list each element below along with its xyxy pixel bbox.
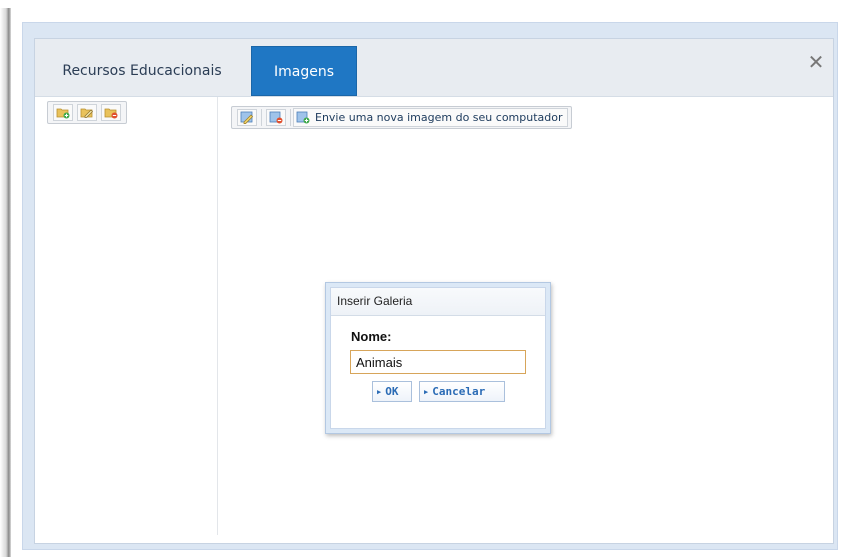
ok-button[interactable]: ▶ OK: [372, 381, 412, 402]
play-triangle-icon: ▶: [424, 387, 429, 396]
image-upload-icon: [296, 111, 310, 124]
cancel-button-label: Cancelar: [432, 385, 486, 398]
window-shadow: [0, 8, 11, 557]
toolbar-separator: [290, 109, 291, 126]
cancel-button[interactable]: ▶ Cancelar: [419, 381, 505, 402]
upload-image-button[interactable]: Envie uma nova imagem do seu computador: [293, 108, 568, 127]
play-triangle-icon: ▶: [377, 387, 382, 396]
gallery-toolbar: [47, 101, 127, 124]
image-delete-icon: [269, 111, 283, 124]
insert-gallery-dialog: Inserir Galeria Nome: ▶ OK ▶ Cancelar: [325, 282, 551, 434]
dialog-title: Inserir Galeria: [337, 294, 413, 308]
toolbar-separator: [261, 109, 262, 126]
name-label: Nome:: [351, 329, 392, 344]
folder-edit-icon: [80, 108, 93, 118]
media-manager-window: Recursos Educacionais Imagens ✕ Envie um…: [34, 38, 834, 544]
image-edit-button[interactable]: [237, 109, 257, 126]
gallery-sidebar: [35, 97, 218, 535]
image-edit-icon: [240, 111, 254, 124]
folder-delete-icon: [104, 108, 118, 118]
ok-button-label: OK: [385, 385, 399, 398]
folder-add-icon: [56, 108, 70, 118]
close-icon[interactable]: ✕: [805, 51, 827, 73]
upload-image-label: Envie uma nova imagem do seu computador: [315, 111, 563, 124]
folder-edit-button[interactable]: [77, 104, 97, 121]
dialog-body: Inserir Galeria Nome: ▶ OK ▶ Cancelar: [330, 287, 546, 429]
tab-bar: Recursos Educacionais Imagens ✕: [35, 39, 833, 97]
image-toolbar: Envie uma nova imagem do seu computador: [231, 106, 572, 129]
dialog-title-bar: Inserir Galeria: [331, 288, 545, 316]
tab-recursos-educacionais[interactable]: Recursos Educacionais: [57, 46, 227, 96]
content-area: Envie uma nova imagem do seu computador …: [35, 97, 833, 543]
image-delete-button[interactable]: [266, 109, 286, 126]
folder-add-button[interactable]: [53, 104, 73, 121]
tab-imagens[interactable]: Imagens: [251, 46, 357, 96]
folder-delete-button[interactable]: [101, 104, 121, 121]
name-input[interactable]: [350, 350, 526, 374]
